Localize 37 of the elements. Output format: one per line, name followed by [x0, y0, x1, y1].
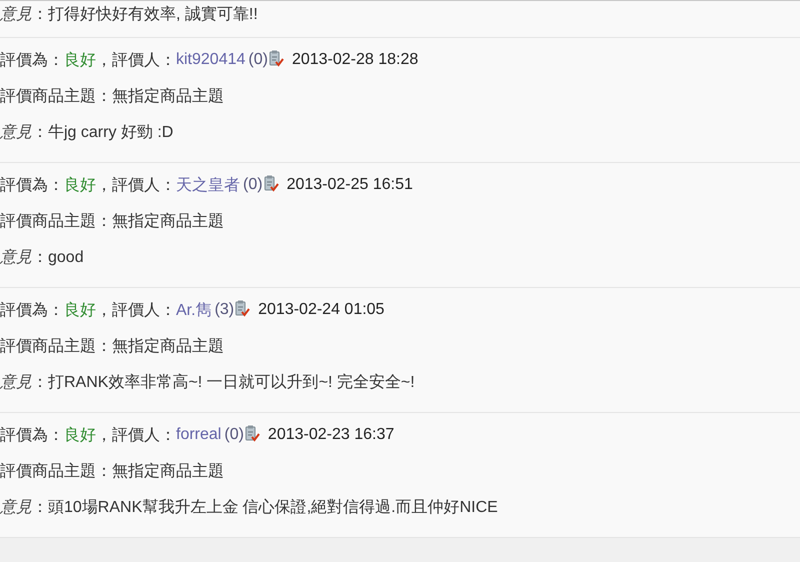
rating-value: 良好 [64, 300, 96, 320]
rater-link[interactable]: 天之皇者 [176, 174, 240, 196]
subject-text: 評價商品主題：無指定商品主題 [0, 336, 224, 356]
rating-label: 評價為： [0, 300, 64, 320]
rating-label: 評價為： [0, 50, 64, 70]
notepad-check-icon[interactable] [244, 424, 260, 442]
rater-label: ，評價人： [96, 176, 176, 196]
rater-count: (3) [214, 301, 234, 319]
notepad-check-icon[interactable] [268, 50, 284, 66]
rating-value: 良好 [64, 426, 96, 446]
rater-label: ，評價人： [96, 50, 176, 70]
date-text: 2013-02-28 18:28 [292, 51, 418, 69]
notepad-check-icon[interactable] [264, 174, 279, 192]
opinion-text: ：打得好快好有效率, 誠實可靠!! [32, 4, 258, 24]
date-text: 2013-02-25 16:51 [286, 176, 413, 194]
notepad-check-icon[interactable] [235, 300, 250, 316]
opinion-text: ：牛jg carry 好勁 :D [32, 122, 174, 142]
rater-count: (0) [224, 426, 244, 444]
rating-label: 評價為： [0, 426, 64, 446]
opinion-text: ：打RANK效率非常高~! 一日就可以升到~! 完全安全~! [32, 372, 415, 392]
rater-label: ，評價人： [96, 426, 176, 446]
rater-link[interactable]: kit920414 [176, 51, 246, 69]
rater-label: ，評價人： [96, 300, 176, 320]
opinion-text: ：good [32, 248, 84, 268]
subject-text: 評價商品主題：無指定商品主題 [0, 212, 224, 232]
rater-count: (0) [248, 51, 268, 69]
date-text: 2013-02-23 16:37 [268, 426, 394, 444]
subject-text: 評價商品主題：無指定商品主題 [0, 462, 224, 482]
rater-link[interactable]: forreal [176, 426, 222, 444]
subject-text: 評價商品主題：無指定商品主題 [0, 86, 224, 106]
rater-count: (0) [243, 176, 263, 194]
opinion-text: ：頭10場RANK幫我升左上金 信心保證,絕對信得過.而且仲好NICE [32, 498, 498, 518]
rating-value: 良好 [64, 50, 96, 70]
date-text: 2013-02-24 01:05 [258, 301, 384, 319]
rater-link[interactable]: Ar.雋 [176, 300, 212, 320]
rating-value: 良好 [64, 176, 96, 196]
rating-label: 評價為： [0, 176, 64, 196]
